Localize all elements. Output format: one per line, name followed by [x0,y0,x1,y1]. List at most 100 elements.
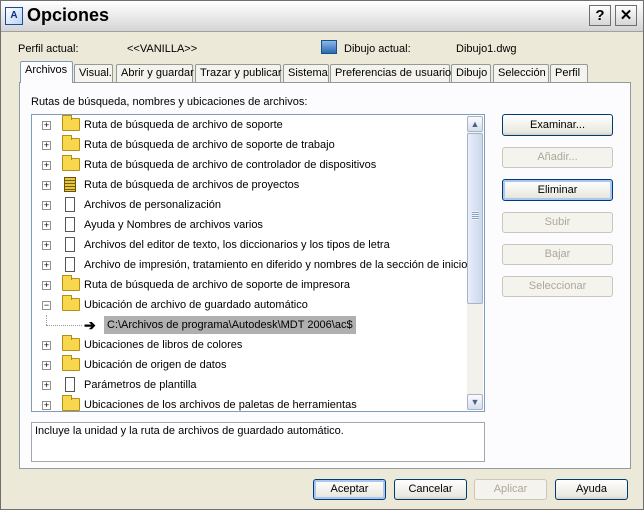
project-file-icon [64,177,76,192]
tab-label: Archivos [25,64,68,76]
window-title: Opciones [27,5,110,25]
tree-item-data-source[interactable]: + Ubicación de origen de datos [32,355,468,375]
current-profile-value: <<VANILLA>> [127,43,198,55]
expand-icon[interactable]: + [42,341,51,350]
add-button[interactable]: Añadir... [502,147,613,168]
collapse-icon[interactable]: − [42,301,51,310]
tree-item-help-misc-files[interactable]: + Ayuda y Nombres de archivos varios [32,215,468,235]
scroll-thumb[interactable] [467,133,483,304]
file-paths-tree[interactable]: + Ruta de búsqueda de archivo de soporte… [31,114,485,412]
expand-icon[interactable]: + [42,281,51,290]
tree-item-autosave-path[interactable]: ➔ C:\Archivos de programa\Autodesk\MDT 2… [32,315,468,335]
tree-item-printer-support-path[interactable]: + Ruta de búsqueda de archivo de soporte… [32,275,468,295]
expand-icon[interactable]: + [42,361,51,370]
tree-connector [46,325,82,326]
tree-connector [46,315,48,325]
tab-dibujo[interactable]: Dibujo [451,64,491,82]
tab-abrir-guardar[interactable]: Abrir y guardar [116,64,194,82]
document-icon [65,257,75,272]
tab-sistema[interactable]: Sistema [283,64,329,82]
arrow-icon: ➔ [84,317,96,333]
tab-preferencias-usuario[interactable]: Preferencias de usuario [330,64,452,82]
tree-item-label: Ruta de búsqueda de archivos de proyecto… [84,179,300,191]
tree-item-tool-palettes[interactable]: + Ubicaciones de los archivos de paletas… [32,395,468,411]
tab-archivos[interactable]: Archivos [20,61,73,83]
tree-item-label: Archivo de impresión, tratamiento en dif… [84,259,468,271]
expand-icon[interactable]: + [42,261,51,270]
help-button[interactable]: Ayuda [555,479,628,500]
tab-label: Selección [498,67,546,79]
tree-item-print-spool-files[interactable]: + Archivo de impresión, tratamiento en d… [32,255,468,275]
tree-item-driver-path[interactable]: + Ruta de búsqueda de archivo de control… [32,155,468,175]
folder-icon [62,355,80,371]
cancel-button[interactable]: Cancelar [394,479,467,500]
tree-item-label: Ruta de búsqueda de archivo de soporte d… [84,279,351,291]
description-text: Incluye la unidad y la ruta de archivos … [35,425,344,437]
tree-item-autosave-location[interactable]: − Ubicación de archivo de guardado autom… [32,295,468,315]
options-dialog: A Opciones ? ✕ Perfil actual: <<VANILLA>… [0,0,644,510]
description-box: Incluye la unidad y la ruta de archivos … [31,422,485,462]
expand-icon[interactable]: + [42,201,51,210]
tree-item-project-path[interactable]: + Ruta de búsqueda de archivos de proyec… [32,175,468,195]
tree-item-label: Ubicación de origen de datos [84,359,227,371]
move-down-button[interactable]: Bajar [502,244,613,265]
move-up-button[interactable]: Subir [502,212,613,233]
expand-icon[interactable]: + [42,181,51,190]
drawing-icon [321,40,337,54]
expand-icon[interactable]: + [42,161,51,170]
tree-item-label: Ruta de búsqueda de archivo de soporte d… [84,139,335,151]
expand-icon[interactable]: + [42,221,51,230]
help-title-button[interactable]: ? [589,5,611,26]
tab-seleccion[interactable]: Selección [493,64,549,82]
current-drawing-label: Dibujo actual: [344,43,411,55]
select-button[interactable]: Seleccionar [502,276,613,297]
section-label: Rutas de búsqueda, nombres y ubicaciones… [31,96,308,108]
title-bar: A Opciones ? ✕ [1,1,643,32]
expand-icon[interactable]: + [42,241,51,250]
tree-item-color-books[interactable]: + Ubicaciones de libros de colores [32,335,468,355]
document-icon [65,377,75,392]
autocad-app-icon: A [5,7,23,25]
scroll-up-icon[interactable]: ▲ [467,116,483,132]
tree-item-template-settings[interactable]: + Parámetros de plantilla [32,375,468,395]
current-profile-label: Perfil actual: [18,43,79,55]
document-icon [65,237,75,252]
scroll-down-icon[interactable]: ▼ [467,394,483,410]
tab-label: Dibujo [456,67,488,79]
tab-perfil[interactable]: Perfil [550,64,588,82]
folder-icon [62,155,80,171]
tree-item-support-path[interactable]: + Ruta de búsqueda de archivo de soporte [32,115,468,135]
tab-label: Visual. [79,67,112,79]
tab-label: Preferencias de usuario [335,67,452,79]
tree-item-label: Ubicación de archivo de guardado automát… [84,299,308,311]
tree-item-label: Archivos del editor de texto, los diccio… [84,239,390,251]
tree-item-label: Ubicaciones de los archivos de paletas d… [84,399,357,411]
selected-path[interactable]: C:\Archivos de programa\Autodesk\MDT 200… [104,316,356,334]
browse-button[interactable]: Examinar... [502,114,613,136]
expand-icon[interactable]: + [42,141,51,150]
current-drawing-value: Dibujo1.dwg [456,43,517,55]
close-button[interactable]: ✕ [615,5,637,26]
expand-icon[interactable]: + [42,121,51,130]
tab-label: Trazar y publicar [200,67,282,79]
tree-item-working-support-path[interactable]: + Ruta de búsqueda de archivo de soporte… [32,135,468,155]
tab-label: Sistema [288,67,328,79]
tab-visual[interactable]: Visual. [74,64,113,82]
expand-icon[interactable]: + [42,381,51,390]
tree-scrollbar[interactable]: ▲ ▼ [467,116,483,410]
folder-icon [62,275,80,291]
tab-trazar-publicar[interactable]: Trazar y publicar [195,64,282,82]
tree-item-label: Archivos de personalización [84,199,221,211]
tree-item-label: Ruta de búsqueda de archivo de soporte [84,119,283,131]
document-icon [65,197,75,212]
expand-icon[interactable]: + [42,401,51,410]
tree-item-customization-files[interactable]: + Archivos de personalización [32,195,468,215]
ok-button[interactable]: Aceptar [313,479,386,500]
remove-button[interactable]: Eliminar [502,179,613,201]
apply-button[interactable]: Aplicar [474,479,547,500]
folder-icon [62,115,80,131]
tree-item-text-editor-files[interactable]: + Archivos del editor de texto, los dicc… [32,235,468,255]
tab-label: Abrir y guardar [121,67,194,79]
open-folder-icon [62,295,80,311]
tree-item-label: Ubicaciones de libros de colores [84,339,243,351]
